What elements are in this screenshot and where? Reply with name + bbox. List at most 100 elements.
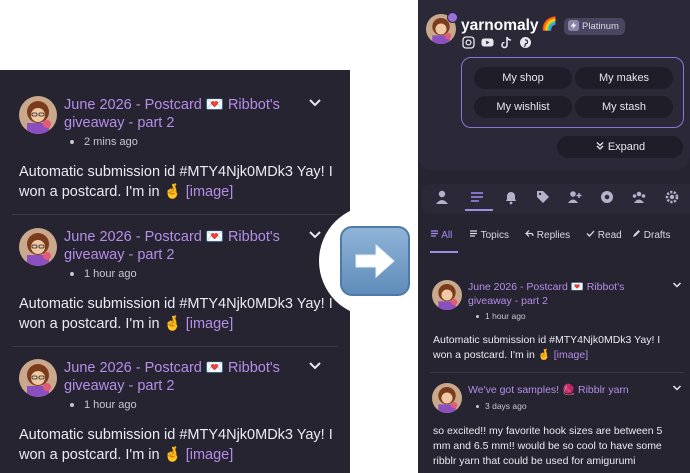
post-time-text: 2 mins ago: [84, 136, 138, 148]
post-title[interactable]: June 2026 - Postcard 💌 Ribbot's giveaway…: [64, 228, 304, 264]
filter-topics[interactable]: Topics: [469, 229, 509, 241]
profile-menu: My shop My makes My wishlist My stash: [461, 57, 684, 128]
avatar-badge-icon: [447, 12, 458, 23]
avatar: [19, 96, 57, 134]
image-link[interactable]: [image]: [186, 184, 234, 200]
filter-drafts[interactable]: Drafts: [632, 229, 670, 241]
filter-all-label: All: [441, 230, 453, 241]
filter-topics-label: Topics: [480, 230, 509, 241]
post-body-text: Automatic submission id #MTY4Njk0MDk3 Ya…: [433, 334, 661, 361]
bullet: [70, 272, 74, 277]
post-body: so excited!! my favorite hook sizes are …: [433, 424, 681, 469]
filter-replies[interactable]: Replies: [525, 229, 570, 241]
expand-label: Expand: [607, 141, 646, 153]
group-icon[interactable]: [631, 189, 647, 205]
post-body: Automatic submission id #MTY4Njk0MDk3 Ya…: [19, 162, 339, 202]
avatar: [432, 383, 462, 413]
double-chevron-down-icon: [596, 142, 604, 150]
right-arrow-icon: [340, 226, 410, 296]
feed-post[interactable]: June 2026 - Postcard 💌 Ribbot's giveaway…: [12, 96, 338, 216]
youtube-icon[interactable]: [481, 36, 494, 49]
lines-icon: [431, 230, 438, 237]
post-time: 1 hour ago: [476, 311, 526, 321]
chevron-down-icon[interactable]: [672, 280, 682, 290]
chevron-down-icon[interactable]: [308, 359, 322, 373]
feed-icon[interactable]: [469, 189, 485, 205]
divider: [12, 214, 338, 215]
chevron-down-icon[interactable]: [308, 228, 322, 242]
tiktok-icon[interactable]: [500, 36, 513, 49]
post-body-text: Automatic submission id #MTY4Njk0MDk3 Ya…: [19, 427, 333, 463]
username-emoji: 🌈: [541, 16, 558, 31]
post-time: 1 hour ago: [70, 268, 137, 280]
username: yarnomaly: [461, 17, 539, 34]
pencil-icon: [633, 230, 640, 237]
post-body: Automatic submission id #MTY4Njk0MDk3 Ya…: [19, 294, 339, 334]
post-body: Automatic submission id #MTY4Njk0MDk3 Ya…: [19, 425, 339, 465]
post-time-text: 3 days ago: [485, 401, 527, 411]
my-wishlist-button[interactable]: My wishlist: [474, 96, 572, 118]
stage: June 2026 - Postcard 💌 Ribbot's giveaway…: [0, 0, 690, 473]
gear-badge-icon[interactable]: [599, 189, 615, 205]
instagram-icon[interactable]: [462, 36, 475, 49]
feed-post[interactable]: June 2026 - Postcard 💌 Ribbot's giveaway…: [12, 359, 338, 473]
feed-post[interactable]: June 2026 - Postcard 💌 Ribbot's giveaway…: [12, 228, 338, 348]
profile-header: yarnomaly 🌈 Platinum My shop My makes My…: [418, 0, 690, 170]
active-filter-indicator: [430, 251, 458, 253]
image-link[interactable]: [image]: [186, 316, 234, 332]
post-body-text: Automatic submission id #MTY4Njk0MDk3 Ya…: [19, 296, 333, 332]
post-body: Automatic submission id #MTY4Njk0MDk3 Ya…: [433, 333, 681, 363]
active-tab-indicator: [465, 209, 493, 211]
bullet: [70, 403, 74, 408]
filter-replies-label: Replies: [536, 230, 571, 241]
app-panel: yarnomaly 🌈 Platinum My shop My makes My…: [418, 0, 690, 473]
tag-icon[interactable]: [535, 189, 551, 205]
divider: [12, 346, 338, 347]
post-time-text: 1 hour ago: [84, 399, 137, 411]
chevron-down-icon[interactable]: [308, 96, 322, 110]
bullet: [476, 315, 479, 319]
post-time-text: 1 hour ago: [84, 268, 137, 280]
post-title[interactable]: June 2026 - Postcard 💌 Ribbot's giveaway…: [64, 359, 304, 395]
add-user-icon[interactable]: [567, 189, 583, 205]
expand-button[interactable]: Expand: [557, 136, 683, 158]
platinum-badge-label: Platinum: [582, 21, 619, 32]
post-time: 2 mins ago: [70, 136, 138, 148]
image-link[interactable]: [image]: [186, 447, 234, 463]
filter-read[interactable]: Read: [586, 229, 622, 241]
post-body-text: so excited!! my favorite hook sizes are …: [433, 425, 663, 467]
platinum-badge: Platinum: [564, 18, 625, 35]
post-title[interactable]: June 2026 - Postcard 💌 Ribbot's giveaway…: [468, 280, 648, 308]
avatar: [432, 280, 462, 310]
filter-drafts-label: Drafts: [643, 230, 671, 241]
bullet: [476, 405, 479, 409]
post-title[interactable]: June 2026 - Postcard 💌 Ribbot's giveaway…: [64, 96, 304, 132]
post-time-text: 1 hour ago: [485, 311, 526, 321]
check-icon: [586, 230, 595, 237]
icon-tab-bar-background: [422, 184, 690, 214]
my-shop-button[interactable]: My shop: [474, 67, 572, 89]
icon-tab-bar: [422, 184, 690, 214]
avatar: [19, 228, 57, 266]
post-time: 1 hour ago: [70, 399, 137, 411]
feed-post[interactable]: June 2026 - Postcard 💌 Ribbot's giveaway…: [424, 280, 684, 370]
filter-all[interactable]: All: [430, 229, 452, 241]
filter-read-label: Read: [597, 230, 622, 241]
pinterest-icon[interactable]: [519, 36, 532, 49]
post-title[interactable]: We've got samples! 🧶 Ribblr yarn: [468, 383, 648, 397]
post-time: 3 days ago: [476, 401, 527, 411]
bullet: [70, 140, 74, 145]
post-body-text: Automatic submission id #MTY4Njk0MDk3 Ya…: [19, 164, 333, 200]
feed-filters: All Topics Replies Read Drafts: [430, 229, 690, 253]
chevron-down-icon[interactable]: [672, 383, 682, 393]
feed-post[interactable]: We've got samples! 🧶 Ribblr yarn 3 days …: [424, 383, 684, 473]
social-links: [462, 36, 532, 49]
bell-icon[interactable]: [503, 189, 519, 205]
my-stash-button[interactable]: My stash: [575, 96, 673, 118]
image-link[interactable]: [image]: [554, 349, 588, 361]
zoomed-feed-panel: June 2026 - Postcard 💌 Ribbot's giveaway…: [0, 70, 350, 473]
profile-icon[interactable]: [434, 189, 450, 205]
my-makes-button[interactable]: My makes: [575, 67, 673, 89]
avatar: [19, 359, 57, 397]
settings-icon[interactable]: [664, 189, 680, 205]
